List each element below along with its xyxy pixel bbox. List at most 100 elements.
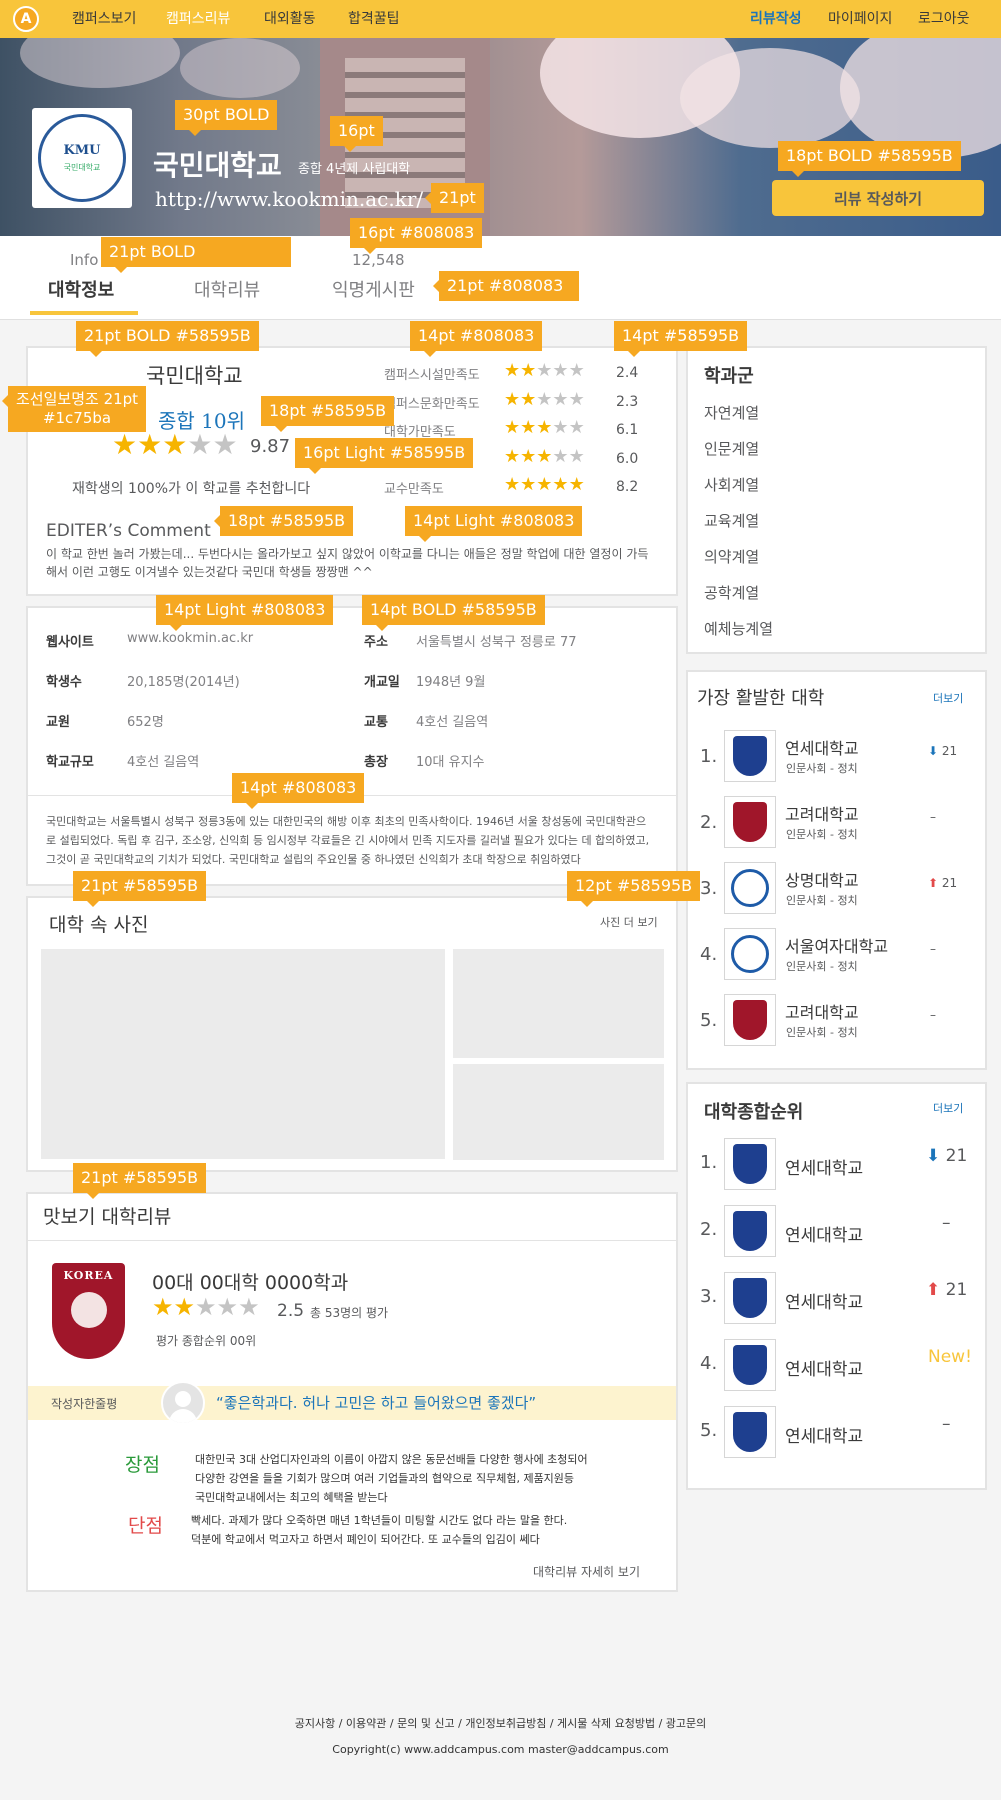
university-logo[interactable] <box>724 1272 776 1324</box>
university-logo[interactable] <box>724 1339 776 1391</box>
rank-change: – <box>942 1213 951 1233</box>
footer-links[interactable]: 공지사항 / 이용약관 / 문의 및 신고 / 개인정보취급방침 / 게시물 삭… <box>0 1715 1001 1731</box>
annotation-tag: 조선일보명조 21pt #1c75ba <box>1 386 147 432</box>
cons-label: 단점 <box>128 1515 163 1537</box>
rank-change: – <box>942 1414 951 1434</box>
rank-number: 2. <box>700 1219 718 1240</box>
star-icon: ★ <box>552 417 569 438</box>
university-logo[interactable] <box>724 1406 776 1458</box>
annotation-tag: 21pt BOLD <box>101 237 291 273</box>
blossom-image <box>180 38 300 98</box>
star-icon: ★ <box>173 1293 196 1321</box>
category-item[interactable]: 인문계열 <box>704 438 759 459</box>
metric-stars: ★★★★★ <box>504 474 585 495</box>
annotation-tag: 14pt Light #808083 <box>156 595 334 631</box>
university-logo[interactable] <box>724 928 776 980</box>
metric-value: 6.0 <box>616 451 639 467</box>
star-icon: ★ <box>520 446 537 467</box>
university-logo[interactable] <box>724 1205 776 1257</box>
tab-anonymous-board[interactable]: 익명게시판 <box>332 276 415 302</box>
rank-number: 2. <box>700 812 718 833</box>
nav-campus-review[interactable]: 캠퍼스리뷰 <box>166 0 230 38</box>
category-item[interactable]: 자연계열 <box>704 402 759 423</box>
review-more-link[interactable]: 대학리뷰 자세히 보기 <box>533 1563 640 1580</box>
avatar-icon <box>161 1381 205 1425</box>
university-name[interactable]: 고려대학교 <box>785 801 859 825</box>
university-name[interactable]: 연세대학교 <box>785 1288 863 1313</box>
detail-website-link[interactable]: www.kookmin.ac.kr <box>127 631 253 646</box>
rank-trend: ⬆ 21 <box>926 1280 967 1300</box>
category-item[interactable]: 교육계열 <box>704 510 759 531</box>
university-logo[interactable] <box>724 862 776 914</box>
university-emblem-icon <box>731 869 769 907</box>
photo-thumb[interactable] <box>453 1064 664 1160</box>
up-arrow-icon: ⬆ <box>926 1280 941 1300</box>
annotation-tag: 21pt #58595B <box>73 871 207 907</box>
university-name[interactable]: 상명대학교 <box>785 867 859 891</box>
summary-university-name: 국민대학교 <box>146 364 243 388</box>
detail-label: 주소 <box>364 635 388 650</box>
star-icon: ★ <box>112 428 138 461</box>
nav-campus-view[interactable]: 캠퍼스보기 <box>72 0 136 38</box>
university-name[interactable]: 연세대학교 <box>785 1154 863 1179</box>
tab-university-info[interactable]: 대학정보 <box>48 276 114 302</box>
university-name[interactable]: 연세대학교 <box>785 1422 863 1447</box>
metric-value: 8.2 <box>616 479 639 495</box>
university-logo[interactable] <box>724 796 776 848</box>
university-logo[interactable] <box>724 730 776 782</box>
star-icon: ★ <box>520 389 537 410</box>
university-description: 국민대학교는 서울특별시 성북구 정릉3동에 있는 대한민국의 해방 이후 최초… <box>46 815 650 866</box>
rank-number: 5. <box>700 1010 718 1031</box>
nav-write-review[interactable]: 리뷰작성 <box>750 0 802 38</box>
university-logo[interactable] <box>724 994 776 1046</box>
down-arrow-icon: ⬇ <box>928 744 939 758</box>
university-logo[interactable] <box>724 1138 776 1190</box>
more-photos-link[interactable]: 사진 더 보기 <box>600 914 658 930</box>
category-item[interactable]: 예체능계열 <box>704 618 773 639</box>
university-subtitle: 종합 4년제 사립대학 <box>298 162 411 177</box>
rank-trend: ⬇ 21 <box>928 744 957 758</box>
site-logo[interactable]: A <box>13 6 39 32</box>
university-name[interactable]: 서울여자대학교 <box>785 933 888 957</box>
star-icon: ★ <box>568 417 585 438</box>
rank-change: – <box>930 1008 936 1022</box>
tab-university-review[interactable]: 대학리뷰 <box>194 276 260 302</box>
detail-label: 총장 <box>364 755 388 770</box>
star-icon: ★ <box>568 474 585 495</box>
metric-label: 캠퍼스문화만족도 <box>384 397 480 412</box>
annotation-tag: 14pt #808083 <box>232 773 365 809</box>
star-icon: ★ <box>568 389 585 410</box>
nav-logout[interactable]: 로그아웃 <box>918 0 970 38</box>
category-item[interactable]: 공학계열 <box>704 582 759 603</box>
university-url[interactable]: http://www.kookmin.ac.kr/ <box>155 187 423 211</box>
university-name[interactable]: 연세대학교 <box>785 1355 863 1380</box>
top-nav: A 캠퍼스보기 캠퍼스리뷰 대외활동 합격꿀팁 리뷰작성 마이페이지 로그아웃 <box>0 0 1001 38</box>
nav-tips[interactable]: 합격꿀팁 <box>348 0 400 38</box>
metric-stars: ★★★★★ <box>504 360 585 381</box>
rank-trend: – <box>942 1213 951 1233</box>
rank-trend: – <box>930 1008 936 1022</box>
star-icon: ★ <box>212 428 238 461</box>
category-item[interactable]: 의약계열 <box>704 546 759 567</box>
photo-thumb[interactable] <box>453 949 664 1058</box>
overall-more-link[interactable]: 더보기 <box>933 1100 963 1116</box>
photo-main[interactable] <box>41 949 445 1159</box>
category-item[interactable]: 사회계열 <box>704 474 759 495</box>
detail-label: 학생수 <box>46 675 82 690</box>
metric-stars: ★★★★★ <box>504 446 585 467</box>
university-name[interactable]: 연세대학교 <box>785 735 859 759</box>
categories-title: 학과군 <box>704 366 754 387</box>
write-review-button[interactable]: 리뷰 작성하기 <box>772 180 984 216</box>
university-name[interactable]: 연세대학교 <box>785 1221 863 1246</box>
university-name[interactable]: 고려대학교 <box>785 999 859 1023</box>
star-icon: ★ <box>187 428 213 461</box>
detail-value: 10대 유지수 <box>416 755 485 770</box>
active-more-link[interactable]: 더보기 <box>933 690 963 706</box>
nav-mypage[interactable]: 마이페이지 <box>828 0 892 38</box>
university-emblem-icon <box>733 1412 767 1452</box>
rank-number: 1. <box>700 1152 718 1173</box>
nav-activities[interactable]: 대외활동 <box>264 0 316 38</box>
blossom-image <box>840 38 1001 158</box>
star-icon: ★ <box>552 474 569 495</box>
rank-trend: New! <box>928 1347 972 1367</box>
